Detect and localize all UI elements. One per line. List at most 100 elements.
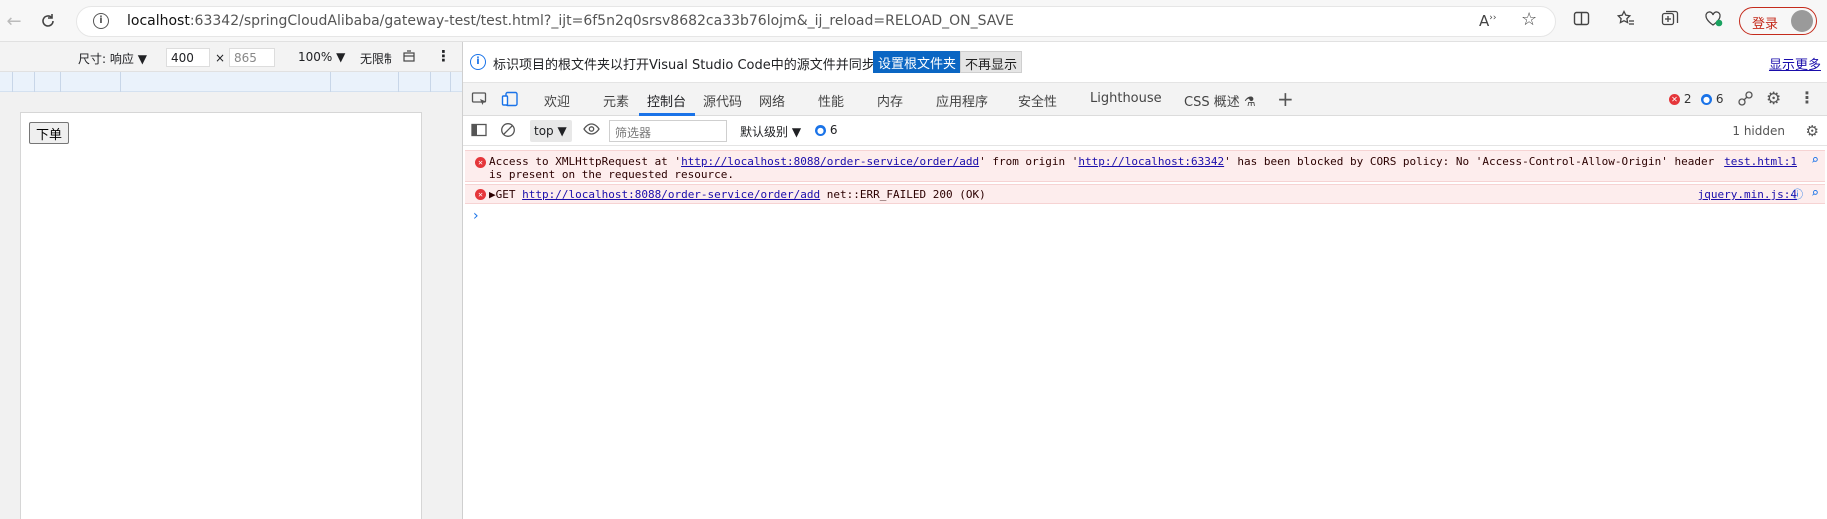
browser-essentials-icon[interactable] bbox=[1704, 10, 1723, 32]
request-method: GET bbox=[495, 188, 516, 201]
hidden-messages-count: 1 hidden bbox=[1732, 124, 1785, 138]
order-button[interactable]: 下单 bbox=[29, 122, 70, 144]
url-text[interactable]: localhost:63342/springCloudAlibaba/gatew… bbox=[127, 13, 1014, 29]
dimensions-label: 尺寸: 响应 bbox=[78, 52, 134, 66]
device-emulation-icon[interactable] bbox=[501, 91, 519, 111]
expand-triangle-icon[interactable]: ▶ bbox=[489, 188, 496, 201]
throttle-dropdown[interactable]: 无限制 bbox=[360, 50, 392, 67]
devtools-infobar: i 标识项目的根文件夹以打开Visual Studio Code中的源文件并同步… bbox=[463, 42, 1827, 83]
url-host: localhost bbox=[127, 13, 190, 29]
error-count: 2 bbox=[1683, 92, 1692, 106]
favorites-list-icon[interactable] bbox=[1616, 10, 1635, 32]
filter-input[interactable]: 筛选器 bbox=[609, 120, 727, 142]
error-source-link[interactable]: test.html:1 bbox=[1724, 155, 1797, 168]
tab-elements[interactable]: 元素 bbox=[603, 91, 629, 110]
dimensions-dropdown[interactable]: 尺寸: 响应 ▼ bbox=[78, 50, 147, 67]
tab-welcome[interactable]: 欢迎 bbox=[544, 91, 570, 110]
address-bar[interactable]: i localhost:63342/springCloudAlibaba/gat… bbox=[76, 6, 1556, 37]
tab-memory[interactable]: 内存 bbox=[877, 91, 903, 110]
device-height-input[interactable]: 865 bbox=[229, 48, 275, 67]
live-expression-eye-icon[interactable] bbox=[583, 122, 600, 140]
caret-down-icon: ▼ bbox=[557, 124, 567, 138]
login-button[interactable]: 登录 bbox=[1739, 7, 1817, 35]
message-icon: ● bbox=[815, 125, 826, 136]
more-options-icon[interactable]: ⋮ bbox=[436, 47, 451, 65]
tab-application[interactable]: 应用程序 bbox=[936, 91, 988, 110]
dimension-separator: × bbox=[215, 51, 226, 65]
console-error-message[interactable]: ✕ ▶GET http://localhost:8088/order-servi… bbox=[465, 184, 1825, 204]
message-info-icon[interactable]: ⓘ bbox=[1792, 186, 1803, 202]
console-error-message[interactable]: ✕ Access to XMLHttpRequest at 'http://lo… bbox=[465, 150, 1825, 182]
error-source-link[interactable]: jquery.min.js:4 bbox=[1698, 188, 1797, 201]
device-options-icon[interactable] bbox=[402, 49, 416, 66]
devtools-tabbar: 欢迎 元素 控制台 源代码 网络 性能 内存 应用程序 安全性 Lighthou… bbox=[463, 83, 1827, 116]
console-settings-gear-icon[interactable]: ⚙ bbox=[1806, 122, 1819, 140]
dont-show-again-button[interactable]: 不再显示 bbox=[960, 51, 1023, 73]
back-arrow-icon[interactable]: ← bbox=[0, 7, 28, 35]
tab-network[interactable]: 网络 bbox=[759, 91, 785, 110]
error-text: ▶GET http://localhost:8088/order-service… bbox=[489, 188, 986, 201]
tab-css-overview[interactable]: CSS 概述 ⚗ bbox=[1184, 91, 1256, 110]
login-label: 登录 bbox=[1752, 17, 1779, 32]
infobar-message: 标识项目的根文件夹以打开Visual Studio Code中的源文件并同步更改… bbox=[493, 58, 914, 73]
set-root-folder-button[interactable]: 设置根文件夹 bbox=[873, 51, 962, 73]
message-icon: ● bbox=[1701, 94, 1712, 105]
show-more-link[interactable]: 显示更多 bbox=[1769, 54, 1821, 73]
search-icon[interactable]: ⌕ bbox=[1811, 186, 1819, 201]
url-path: :63342/springCloudAlibaba/gateway-test/t… bbox=[189, 13, 1014, 29]
error-text-part: Access to XMLHttpRequest at ' bbox=[489, 155, 682, 168]
customize-menu-icon[interactable]: ⋮ bbox=[1799, 88, 1815, 107]
error-text-part: ' from origin ' bbox=[979, 155, 1079, 168]
device-width-input[interactable]: 400 bbox=[166, 48, 210, 67]
avatar bbox=[1791, 10, 1813, 32]
context-selector[interactable]: top ▼ bbox=[530, 120, 572, 142]
refresh-icon[interactable] bbox=[34, 7, 62, 35]
caret-down-icon: ▼ bbox=[137, 52, 147, 66]
tab-lighthouse[interactable]: Lighthouse bbox=[1090, 91, 1162, 106]
caret-down-icon: ▼ bbox=[336, 50, 346, 64]
request-url-link[interactable]: http://localhost:8088/order-service/orde… bbox=[681, 155, 979, 168]
error-text: Access to XMLHttpRequest at 'http://loca… bbox=[489, 155, 1714, 168]
log-level-dropdown[interactable]: 默认级别 ▼ bbox=[740, 123, 801, 140]
add-tab-icon[interactable]: + bbox=[1277, 87, 1294, 111]
origin-url-link[interactable]: http://localhost:63342 bbox=[1078, 155, 1224, 168]
error-icon: ✕ bbox=[475, 157, 486, 168]
message-count-badge[interactable]: ● 6 bbox=[1701, 92, 1723, 106]
page-viewport: 下单 bbox=[20, 112, 422, 519]
error-count-badge[interactable]: ✕ 2 bbox=[1669, 92, 1691, 106]
error-icon: ✕ bbox=[1669, 94, 1680, 105]
issues-count[interactable]: ● 6 bbox=[815, 123, 837, 137]
tab-sources[interactable]: 源代码 bbox=[703, 91, 742, 110]
console-prompt-chevron-icon[interactable]: › bbox=[473, 208, 479, 224]
request-url-link[interactable]: http://localhost:8088/order-service/orde… bbox=[522, 188, 820, 201]
connect-icon[interactable] bbox=[1737, 90, 1754, 111]
clear-console-icon[interactable] bbox=[500, 122, 516, 142]
experiment-flask-icon: ⚗ bbox=[1243, 95, 1256, 110]
error-icon: ✕ bbox=[475, 189, 486, 200]
tab-security[interactable]: 安全性 bbox=[1018, 91, 1057, 110]
search-icon[interactable]: ⌕ bbox=[1811, 153, 1819, 168]
zoom-dropdown[interactable]: 100% ▼ bbox=[298, 50, 345, 64]
collections-icon[interactable] bbox=[1661, 10, 1679, 32]
message-count: 6 bbox=[1715, 92, 1724, 106]
console-output: ✕ Access to XMLHttpRequest at 'http://lo… bbox=[463, 146, 1827, 519]
favorite-star-icon[interactable]: ☆ bbox=[1521, 9, 1537, 30]
sidebar-toggle-icon[interactable] bbox=[471, 123, 487, 141]
error-text-part: ' has been blocked by CORS policy: No 'A… bbox=[1224, 155, 1715, 168]
tab-performance[interactable]: 性能 bbox=[818, 91, 844, 110]
log-level-label: 默认级别 bbox=[740, 125, 789, 139]
read-aloud-icon[interactable]: A›› bbox=[1479, 12, 1496, 30]
tab-console[interactable]: 控制台 bbox=[647, 91, 686, 110]
error-text-line2: is present on the requested resource. bbox=[489, 168, 735, 181]
device-toolbar: 尺寸: 响应 ▼ 400 × 865 100% ▼ 无限制 ⋮ bbox=[0, 42, 462, 72]
browser-toolbar: ← i localhost:63342/springCloudAlibaba/g… bbox=[0, 0, 1827, 42]
request-status: net::ERR_FAILED 200 (OK) bbox=[826, 188, 986, 201]
media-query-ruler[interactable] bbox=[0, 72, 462, 92]
console-filter-bar: top ▼ 筛选器 默认级别 ▼ ● 6 1 hidden ⚙ bbox=[463, 116, 1827, 146]
site-info-icon[interactable]: i bbox=[93, 13, 109, 29]
tab-css-overview-label: CSS 概述 bbox=[1184, 95, 1240, 110]
inspect-element-icon[interactable] bbox=[471, 91, 489, 111]
split-screen-icon[interactable] bbox=[1573, 10, 1590, 32]
settings-gear-icon[interactable]: ⚙ bbox=[1766, 89, 1781, 109]
issues-count-value: 6 bbox=[829, 123, 838, 137]
